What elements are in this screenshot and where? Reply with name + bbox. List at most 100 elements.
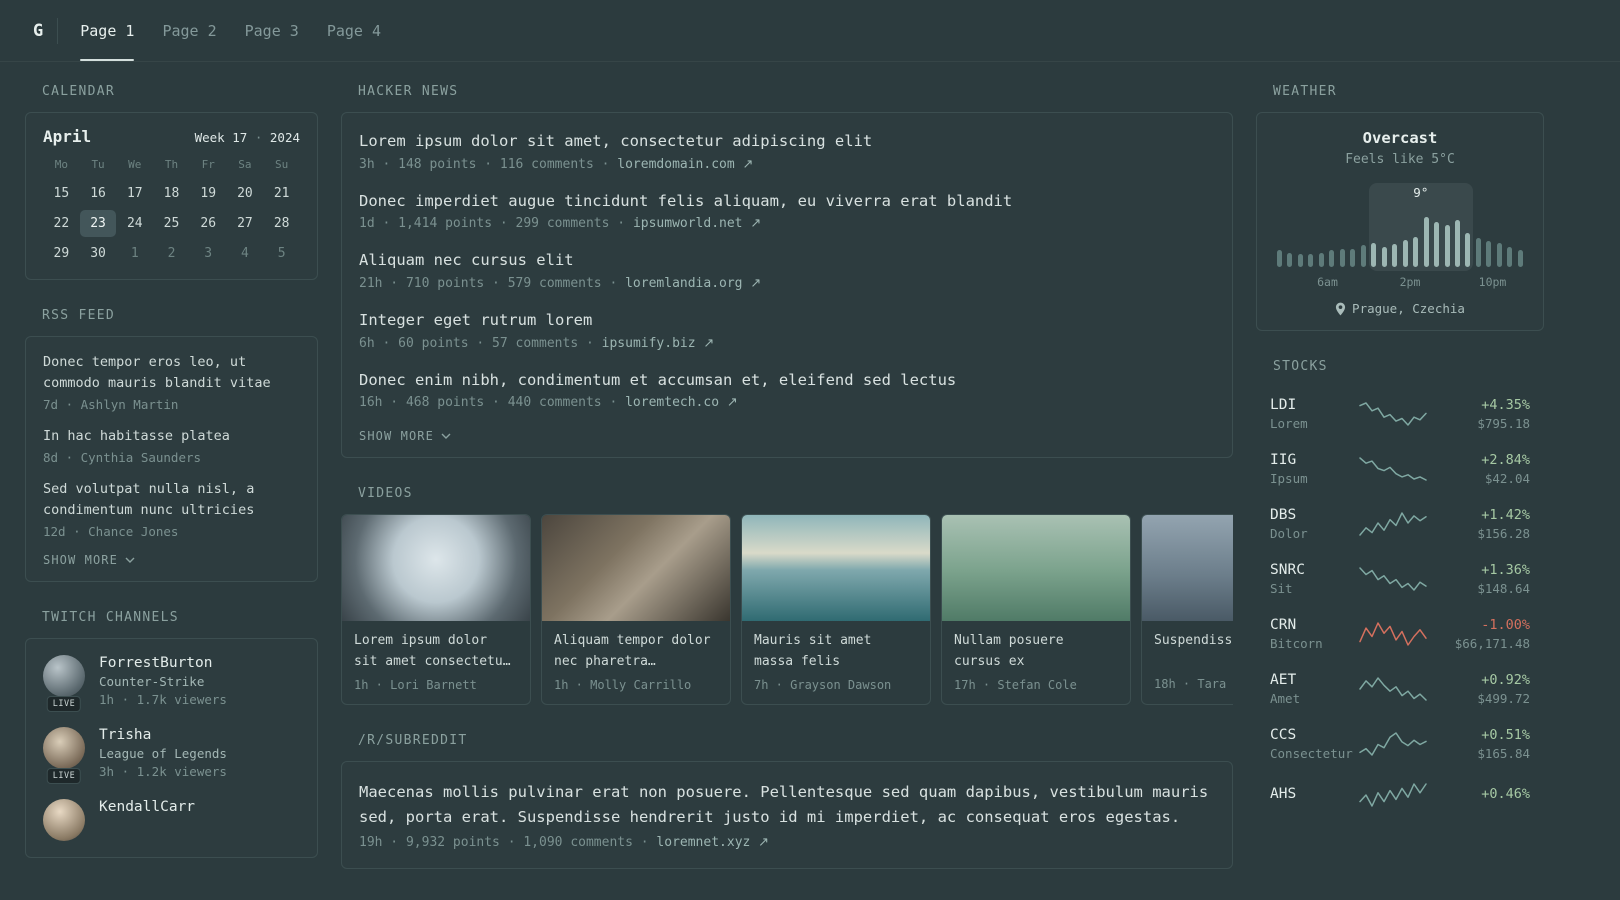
stock-row[interactable]: CRN Bitcorn -1.00% $66,171.48	[1270, 607, 1530, 662]
hn-item-domain[interactable]: ipsumworld.net	[633, 216, 743, 231]
subreddit-post-title[interactable]: Maecenas mollis pulvinar erat non posuer…	[359, 780, 1215, 830]
tab-page-4[interactable]: Page 4	[327, 0, 381, 61]
hn-item-title[interactable]: Donec imperdiet augue tincidunt felis al…	[359, 191, 1215, 213]
stock-row[interactable]: AET Amet +0.92% $499.72	[1270, 662, 1530, 717]
twitch-avatar-wrap: LIVE	[43, 654, 85, 712]
external-link-icon: ↗	[742, 156, 754, 172]
weather-bar	[1360, 245, 1366, 267]
subreddit-card: Maecenas mollis pulvinar erat non posuer…	[341, 760, 1233, 870]
hacker-news-card: Lorem ipsum dolor sit amet, consectetur …	[341, 112, 1233, 459]
video-meta: 7h · Grayson Dawson	[754, 677, 892, 692]
widget-title-subreddit: /R/SUBREDDIT	[358, 732, 468, 748]
stock-name: Amet	[1270, 691, 1301, 706]
hn-item-title[interactable]: Aliquam nec cursus elit	[359, 250, 1215, 272]
rss-item: In hac habitasse platea 8d · Cynthia Sau…	[43, 426, 300, 465]
twitch-channel-info: KendallCarr	[99, 799, 195, 841]
stock-sparkline	[1358, 731, 1428, 757]
weather-card: Overcast Feels like 5°C 9° 6am 2pm 10pm …	[1256, 112, 1544, 331]
subreddit-post-domain[interactable]: loremnet.xyz	[656, 835, 750, 850]
chevron-down-icon	[441, 433, 451, 440]
video-card[interactable]: Aliquam tempor dolor nec pharetra… 1h · …	[541, 514, 731, 705]
calendar-month: April	[43, 127, 92, 146]
live-badge: LIVE	[46, 695, 82, 712]
stock-row[interactable]: DBS Dolor +1.42% $156.28	[1270, 497, 1530, 552]
weather-bar	[1381, 246, 1387, 267]
video-title[interactable]: Suspendisse diam	[1154, 631, 1233, 671]
stock-ticker: SNRC	[1270, 562, 1305, 578]
calendar-dow: Th	[164, 158, 179, 171]
stock-values: -1.00% $66,171.48	[1438, 617, 1530, 651]
stock-values: +0.92% $499.72	[1438, 672, 1530, 706]
weather-time-axis: 6am 2pm 10pm	[1275, 275, 1525, 290]
twitch-channel-row[interactable]: LIVE ForrestBurton Counter-Strike 1h · 1…	[43, 654, 300, 712]
chevron-down-icon	[125, 557, 135, 563]
tab-page-1[interactable]: Page 1	[80, 0, 135, 61]
rss-item-title[interactable]: Sed volutpat nulla nisl, a condimentum n…	[43, 479, 300, 521]
hn-item-domain[interactable]: ipsumify.biz	[602, 336, 696, 351]
calendar-day: 22	[53, 216, 70, 231]
calendar-day: 15	[53, 186, 70, 201]
external-link-icon: ↗	[726, 395, 738, 411]
twitch-channel-game: League of Legends	[99, 745, 227, 761]
weather-bar	[1329, 250, 1335, 267]
subreddit-widget: /R/SUBREDDIT Maecenas mollis pulvinar er…	[341, 733, 1233, 870]
widget-title-weather: WEATHER	[1273, 84, 1337, 99]
video-thumbnail	[542, 515, 730, 622]
twitch-channel-name[interactable]: KendallCarr	[99, 799, 195, 815]
stock-ticker: IIG	[1270, 452, 1297, 468]
tab-page-3[interactable]: Page 3	[245, 0, 299, 61]
video-title[interactable]: Aliquam tempor dolor nec pharetra…	[554, 631, 718, 671]
hn-item-title[interactable]: Integer eget rutrum lorem	[359, 310, 1215, 332]
twitch-channel-name[interactable]: ForrestBurton	[99, 655, 227, 671]
stock-row[interactable]: SNRC Sit +1.36% $148.64	[1270, 552, 1530, 607]
hn-item-title[interactable]: Lorem ipsum dolor sit amet, consectetur …	[359, 131, 1215, 153]
weather-bar	[1392, 244, 1398, 267]
stock-row[interactable]: AHS +0.46%	[1270, 772, 1530, 819]
rss-show-more-button[interactable]: SHOW MORE	[43, 553, 135, 567]
rss-item: Donec tempor eros leo, ut commodo mauris…	[43, 352, 300, 412]
stock-row[interactable]: LDI Lorem +4.35% $795.18	[1270, 387, 1530, 442]
video-card[interactable]: Mauris sit amet massa felis 7h · Grayson…	[741, 514, 931, 705]
video-card[interactable]: Suspendisse diam 18h · Tara	[1141, 514, 1233, 705]
hn-meta-text: 3h · 148 points · 116 comments ·	[359, 156, 618, 172]
weather-bar	[1444, 225, 1450, 267]
hn-item-domain[interactable]: loremtech.co	[625, 395, 719, 410]
stock-row[interactable]: CCS Consectetur +0.51% $165.84	[1270, 717, 1530, 772]
weather-bar	[1277, 250, 1282, 267]
calendar-day: 25	[163, 216, 180, 231]
video-title[interactable]: Lorem ipsum dolor sit amet consectetu…	[354, 631, 518, 671]
calendar-dow: We	[128, 158, 142, 171]
calendar-day-next-month: 1	[130, 246, 139, 261]
weather-bar	[1402, 240, 1408, 267]
stock-info: SNRC Sit	[1270, 562, 1348, 596]
video-title[interactable]: Nullam posuere cursus ex	[954, 631, 1118, 671]
rss-item-title[interactable]: Donec tempor eros leo, ut commodo mauris…	[43, 352, 300, 394]
hn-show-more-button[interactable]: SHOW MORE	[359, 429, 451, 443]
rss-item-title[interactable]: In hac habitasse platea	[43, 426, 300, 447]
hn-item-title[interactable]: Donec enim nibh, condimentum et accumsan…	[359, 370, 1215, 392]
hn-item-meta: 21h · 710 points · 579 comments · loreml…	[359, 276, 1215, 291]
tab-page-2[interactable]: Page 2	[162, 0, 216, 61]
stock-row[interactable]: IIG Ipsum +2.84% $42.04	[1270, 442, 1530, 497]
weather-bar	[1454, 219, 1460, 267]
external-link-icon: ↗	[750, 276, 762, 292]
video-card[interactable]: Lorem ipsum dolor sit amet consectetu… 1…	[341, 514, 531, 705]
twitch-channel-name[interactable]: Trisha	[99, 727, 227, 743]
video-title[interactable]: Mauris sit amet massa felis	[754, 631, 918, 671]
hn-item-domain[interactable]: loremdomain.com	[617, 157, 734, 172]
calendar-grid: Mo Tu We Th Fr Sa Su 15 16 17 18 19 20 2…	[43, 158, 300, 267]
twitch-channel-row[interactable]: KendallCarr	[43, 798, 300, 841]
weather-bar	[1350, 248, 1356, 267]
stock-values: +1.42% $156.28	[1438, 507, 1530, 541]
video-card[interactable]: Nullam posuere cursus ex 17h · Stefan Co…	[941, 514, 1131, 705]
twitch-avatar-wrap	[43, 798, 85, 841]
videos-widget: VIDEOS Lorem ipsum dolor sit amet consec…	[341, 486, 1233, 705]
logo-divider	[57, 17, 59, 44]
hn-item-domain[interactable]: loremlandia.org	[625, 276, 742, 291]
twitch-channel-row[interactable]: LIVE Trisha League of Legends 3h · 1.2k …	[43, 726, 300, 784]
calendar-day: 29	[53, 246, 70, 261]
widget-title-twitch: TWITCH CHANNELS	[42, 609, 179, 625]
stock-change: -1.00%	[1481, 617, 1530, 633]
weather-location-label: Prague, Czechia	[1352, 301, 1465, 316]
app-logo[interactable]: G	[25, 21, 57, 41]
